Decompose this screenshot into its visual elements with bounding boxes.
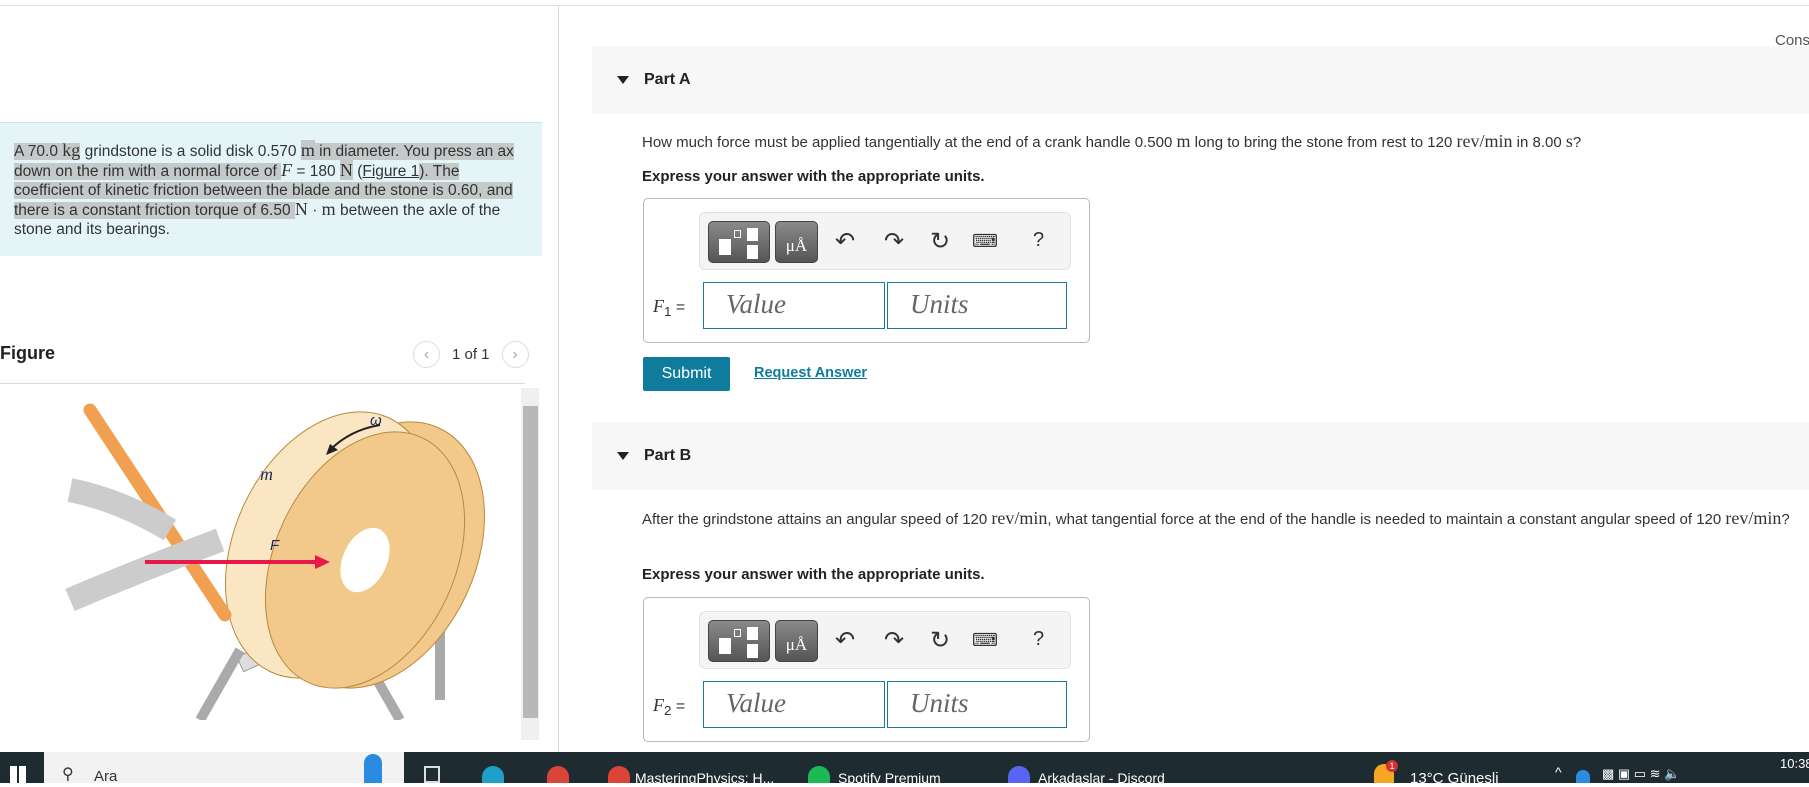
tray-chevron-icon[interactable]: ^ [1555, 764, 1562, 780]
part-a-question: How much force must be applied tangentia… [642, 131, 1582, 151]
taskbar: ⚲ Ara MasteringPhysics: H... Spotify Pre… [0, 752, 1809, 787]
notification-badge: 1 [1386, 760, 1398, 772]
reset-icon[interactable]: ↻ [930, 626, 950, 655]
reset-icon[interactable]: ↻ [930, 227, 950, 256]
top-divider [0, 5, 1809, 6]
scrollbar-thumb[interactable] [523, 406, 538, 718]
chevron-right-icon[interactable]: › [501, 341, 529, 368]
units-button[interactable]: μÅ [775, 221, 818, 263]
part-b-instruction: Express your answer with the appropriate… [642, 566, 985, 583]
keyboard-icon[interactable]: ⌨ [972, 231, 998, 252]
chrome-window-icon[interactable] [608, 766, 630, 783]
taskbar-app-spotify[interactable]: Spotify Premium [838, 770, 941, 786]
figure-pager: ‹ 1 of 1 › [413, 341, 529, 368]
taskbar-search[interactable]: ⚲ Ara [44, 752, 404, 785]
math-toolbar: μÅ ↶ ↷ ↻ ⌨ ? [699, 212, 1071, 270]
tray-icons[interactable]: ▩ ▣ ▭ ≋ 🔈 [1602, 766, 1680, 782]
chevron-left-icon[interactable]: ‹ [413, 341, 440, 368]
variable-label: F1 = [653, 296, 686, 320]
search-icon: ⚲ [62, 766, 74, 783]
part-b-header[interactable]: Part B [592, 422, 1809, 490]
figure-title: Figure [0, 343, 56, 363]
collapse-triangle-icon [617, 452, 629, 460]
units-button[interactable]: μÅ [775, 620, 818, 662]
value-input[interactable]: Value [703, 282, 885, 329]
undo-icon[interactable]: ↶ [835, 626, 855, 655]
search-placeholder: Ara [94, 768, 118, 785]
part-b-question: After the grindstone attains an angular … [642, 508, 1790, 528]
pager-label: 1 of 1 [452, 346, 490, 363]
taskbar-app-mastering[interactable]: MasteringPhysics: H... [635, 770, 774, 786]
assistant-icon[interactable] [364, 754, 382, 783]
help-icon[interactable]: ? [1033, 229, 1044, 252]
problem-statement: A 70.0 kg grindstone is a solid disk 0.5… [0, 122, 542, 256]
part-b-answer-box: μÅ ↶ ↷ ↻ ⌨ ? F2 = Value Units [643, 597, 1090, 742]
templates-button[interactable] [708, 221, 770, 263]
figure-link[interactable]: Figure 1 [362, 163, 419, 180]
part-a-title: Part A [644, 71, 691, 88]
part-a-answer-box: μÅ ↶ ↷ ↻ ⌨ ? F1 = Value Units [643, 198, 1090, 343]
onedrive-icon[interactable] [1576, 770, 1590, 783]
taskbar-app-discord[interactable]: Arkadaslar - Discord [1038, 770, 1165, 786]
part-b-title: Part B [644, 447, 692, 464]
task-view-icon[interactable] [424, 766, 440, 783]
units-input[interactable]: Units [887, 681, 1067, 728]
edge-icon[interactable] [482, 766, 504, 783]
mass-label: m [260, 464, 273, 484]
part-a-header[interactable]: Part A [592, 46, 1809, 114]
omega-label: ω [370, 412, 382, 429]
math-toolbar: μÅ ↶ ↷ ↻ ⌨ ? [699, 611, 1071, 669]
force-label: F [270, 537, 280, 554]
weather-text[interactable]: 13°C Güneşli [1410, 770, 1499, 787]
units-input[interactable]: Units [887, 282, 1067, 329]
windows-start-icon[interactable] [10, 766, 26, 783]
request-answer-link[interactable]: Request Answer [754, 365, 867, 381]
redo-icon[interactable]: ↷ [884, 227, 904, 256]
collapse-triangle-icon [617, 76, 629, 84]
discord-icon[interactable] [1008, 766, 1030, 783]
undo-icon[interactable]: ↶ [835, 227, 855, 256]
help-icon[interactable]: ? [1033, 628, 1044, 651]
keyboard-icon[interactable]: ⌨ [972, 630, 998, 651]
templates-button[interactable] [708, 620, 770, 662]
chrome-icon[interactable] [547, 766, 569, 783]
clock[interactable]: 10:38 [1780, 756, 1809, 771]
value-input[interactable]: Value [703, 681, 885, 728]
panel-divider [558, 5, 559, 752]
redo-icon[interactable]: ↷ [884, 626, 904, 655]
figure-divider [0, 383, 525, 384]
grindstone-figure: m ω F [65, 403, 485, 720]
part-a-instruction: Express your answer with the appropriate… [642, 168, 985, 185]
spotify-icon[interactable] [808, 766, 830, 783]
variable-label: F2 = [653, 695, 686, 719]
submit-button[interactable]: Submit [643, 357, 730, 391]
